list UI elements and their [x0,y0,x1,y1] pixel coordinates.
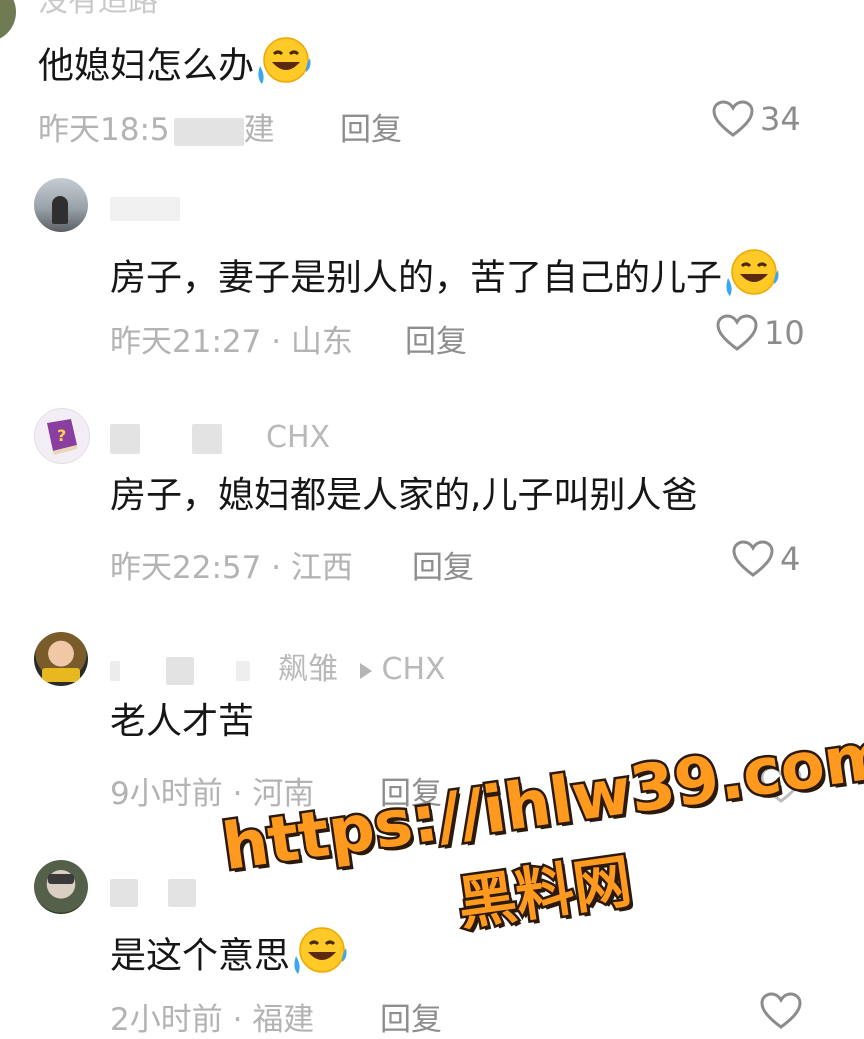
reply-button[interactable]: 回复 [380,994,442,1039]
redacted-block [166,656,194,685]
comment-meta: 昨天22:57 · 江西 [110,542,353,587]
avatar-figure [52,196,68,224]
avatar[interactable] [0,0,16,42]
avatar[interactable] [34,178,88,232]
comment-username[interactable]: 飙雏 CHX [110,644,446,688]
reply-to-name[interactable]: CHX [382,652,446,687]
reply-button[interactable]: 回复 [405,316,467,361]
meta-separator: · [232,1002,243,1038]
triangle-right-icon [359,662,372,679]
meta-separator: · [271,324,282,360]
username-fragment: 飙雏 [278,652,338,687]
avatar[interactable] [34,632,88,686]
comment-text-content: 是这个意思 [110,935,291,977]
like-button[interactable] [760,992,808,1030]
avatar-detail [48,874,74,884]
avatar[interactable] [34,860,88,914]
redacted-block [110,660,120,681]
avatar[interactable]: ? [34,408,90,464]
like-button[interactable]: 10 [716,314,805,352]
redacted-block [168,878,196,907]
comment-meta: 昨天21:27 · 山东 [110,316,353,361]
laughing-crying-emoji-icon [256,36,312,99]
comment-text-content: 房子，妻子是别人的，苦了自己的儿子 [110,257,723,299]
comment-meta: 2小时前 · 福建 [110,994,314,1039]
heart-outline-icon [760,992,802,1029]
redacted-block [110,196,180,221]
comment-username[interactable] [110,874,196,909]
comment-time: 昨天18:5 [38,112,170,148]
heart-outline-icon [712,100,754,137]
heart-outline-icon [716,314,758,351]
comment-text: 是这个意思 [110,926,348,989]
redacted-block [192,423,222,454]
book-icon: ? [47,419,77,455]
comment-text: 老人才苦 [110,701,255,742]
comment-text-content: 他媳妇怎么办 [38,45,255,87]
comment-location: 江西 [290,550,353,586]
comment-location: 建 [243,112,275,148]
heart-outline-icon [732,540,774,577]
svg-text:?: ? [57,426,66,445]
comment-username[interactable] [110,190,180,225]
like-button[interactable]: 4 [732,540,800,578]
comment-time: 昨天21:27 [110,324,262,360]
redacted-block [173,117,244,146]
comment-text: 他媳妇怎么办 [38,36,312,99]
laughing-crying-emoji-icon [724,248,780,311]
meta-separator: · [271,550,282,586]
comment-text: 房子，媳妇都是人家的,儿子叫别人爸 [110,475,698,516]
laughing-crying-emoji-icon [292,926,348,989]
username-fragment: CHX [266,420,331,455]
comment-time: 2小时前 [110,1002,223,1038]
comment-text: 房子，妻子是别人的，苦了自己的儿子 [110,248,780,311]
comment-meta: 昨天18:5 建 [38,104,275,149]
avatar-detail [42,668,80,682]
comment-location: 山东 [290,324,353,360]
meta-separator: · [232,776,243,812]
reply-button[interactable]: 回复 [412,542,474,587]
redacted-block [236,660,250,681]
like-count: 34 [760,100,801,138]
comment-location: 福建 [252,1002,315,1038]
comment-username[interactable]: 没有适路 [38,0,158,20]
like-button[interactable]: 34 [712,100,801,138]
redacted-block [110,878,138,907]
like-count: 10 [764,314,805,352]
redacted-block [110,423,140,454]
comment-time: 9小时前 [110,776,223,812]
comment-time: 昨天22:57 [110,550,262,586]
like-count: 4 [780,540,801,578]
reply-button[interactable]: 回复 [340,104,402,149]
comment-username[interactable]: CHX [110,420,330,455]
